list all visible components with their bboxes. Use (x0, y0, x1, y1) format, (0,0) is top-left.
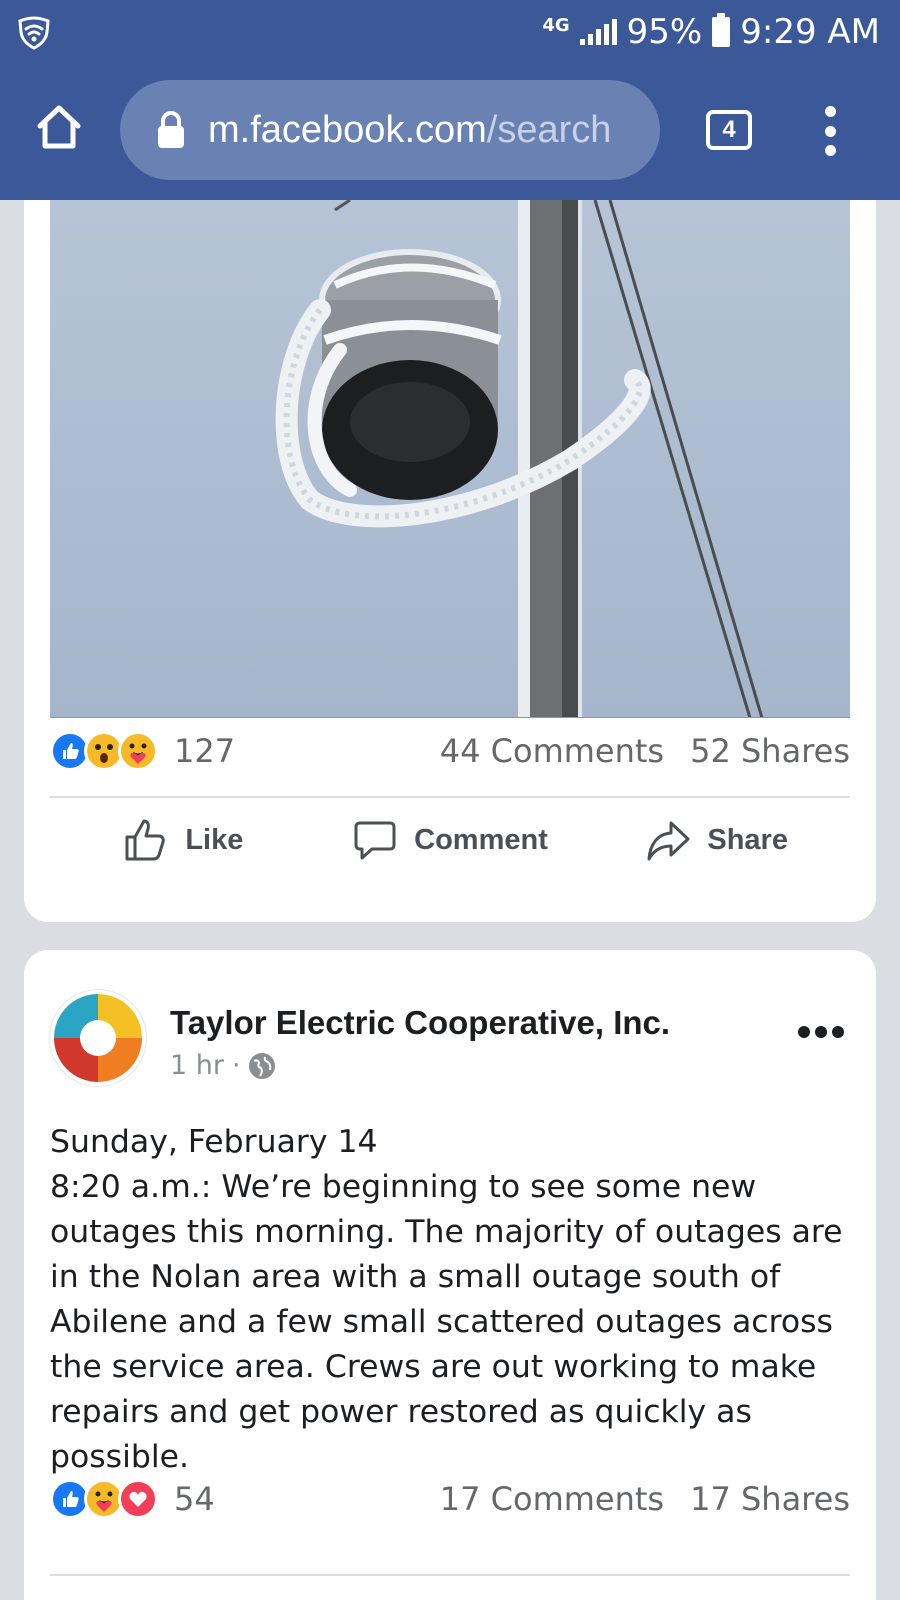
comment-button[interactable]: Comment (317, 810, 584, 870)
post-meta: 1 hr · (170, 1050, 275, 1081)
network-type: 4G (542, 15, 570, 36)
wifi-shield-icon (18, 16, 50, 50)
post-card-photo: 127 44 Comments 52 Shares Like Comment S… (24, 160, 876, 922)
reaction-count: 54 (174, 1480, 215, 1518)
reaction-icons[interactable]: 54 (50, 1479, 215, 1519)
more-dots-icon (798, 1026, 810, 1038)
status-bar: 4G 95% 9:29 AM (0, 0, 900, 62)
meta-separator: · (231, 1050, 241, 1081)
comments-count-link[interactable]: 44 Comments (440, 732, 664, 770)
post-stats: 127 44 Comments 52 Shares (50, 726, 850, 776)
like-button[interactable]: Like (50, 810, 317, 870)
page-name-link[interactable]: Taylor Electric Cooperative, Inc. (170, 1004, 670, 1042)
cooperative-logo-icon (54, 994, 142, 1082)
address-bar[interactable]: m.facebook.com/search (120, 80, 660, 180)
menu-dots-icon[interactable] (818, 106, 842, 156)
divider (50, 1574, 850, 1576)
share-button[interactable]: Share (583, 810, 850, 870)
like-label: Like (185, 823, 244, 856)
more-options-button[interactable] (798, 1026, 844, 1040)
divider (50, 796, 850, 798)
clock: 9:29 AM (740, 12, 880, 52)
post-text-date: Sunday, February 14 (50, 1124, 378, 1160)
shares-count-link[interactable]: 52 Shares (690, 732, 850, 770)
post-body: Sunday, February 14 8:20 a.m.: We’re beg… (50, 1120, 850, 1480)
shares-count-link[interactable]: 17 Shares (690, 1480, 850, 1518)
url-text: m.facebook.com/search (208, 109, 611, 152)
battery-percent: 95% (626, 12, 703, 52)
frozen-transformer-image (275, 200, 764, 717)
thumbs-up-icon (125, 819, 166, 861)
reaction-count: 127 (174, 732, 236, 770)
tabs-count: 4 (722, 116, 736, 143)
globe-icon (248, 1052, 275, 1079)
reaction-icons[interactable]: 127 (50, 731, 235, 771)
post-photo[interactable] (50, 200, 850, 718)
url-host: m.facebook.com (208, 108, 487, 151)
comment-label: Comment (414, 823, 548, 856)
browser-toolbar: m.facebook.com/search 4 (0, 62, 900, 200)
page-avatar[interactable] (50, 990, 146, 1086)
share-label: Share (707, 823, 788, 856)
comments-count-link[interactable]: 17 Comments (440, 1480, 664, 1518)
tabs-button[interactable]: 4 (706, 110, 752, 150)
post-actions: Like Comment Share (50, 810, 850, 870)
post-card-text: Taylor Electric Cooperative, Inc. 1 hr ·… (24, 950, 876, 1600)
post-text-body: 8:20 a.m.: We’re beginning to see some n… (50, 1169, 843, 1475)
url-path: /search (486, 108, 612, 151)
signal-icon (579, 19, 617, 45)
battery-icon (712, 13, 731, 47)
care-reaction-icon (118, 731, 158, 771)
home-icon[interactable] (34, 102, 84, 152)
post-stats: 54 17 Comments 17 Shares (50, 1474, 850, 1524)
comment-bubble-icon (354, 821, 396, 860)
post-time[interactable]: 1 hr (170, 1050, 224, 1081)
share-arrow-icon (647, 821, 690, 861)
love-reaction-icon (118, 1479, 158, 1519)
lock-icon (156, 110, 186, 150)
